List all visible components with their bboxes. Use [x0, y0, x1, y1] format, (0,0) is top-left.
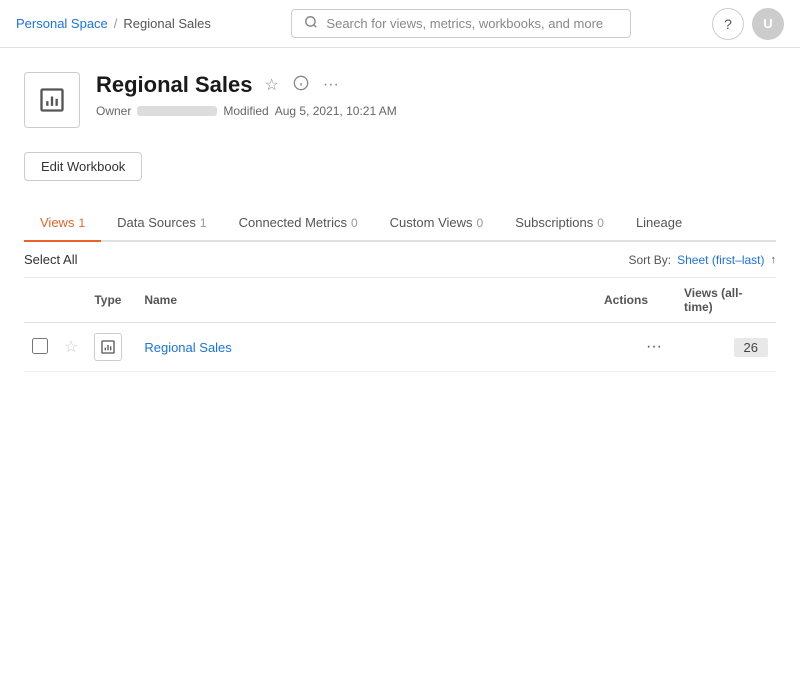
breadcrumb-separator: / [114, 16, 118, 31]
edit-workbook-button[interactable]: Edit Workbook [24, 152, 142, 181]
tab-subscriptions[interactable]: Subscriptions 0 [499, 205, 620, 242]
select-all-button[interactable]: Select All [24, 252, 77, 267]
table-row: ☆ Regional Sales [24, 323, 776, 372]
content-area: Select All Sort By: Sheet (first–last) ↑… [24, 242, 776, 372]
top-nav: Personal Space / Regional Sales Search f… [0, 0, 800, 48]
nav-icons: ? U [712, 8, 784, 40]
col-header-views: Views (all-time) [676, 278, 776, 323]
workbook-meta: Regional Sales ☆ ··· Owner Modified Aug … [96, 72, 776, 118]
owner-label: Owner [96, 104, 131, 118]
info-button[interactable] [291, 73, 311, 98]
table-header-row: Type Name Actions Views (all-time) [24, 278, 776, 323]
workbook-icon [24, 72, 80, 128]
views-table: Type Name Actions Views (all-time) [24, 278, 776, 372]
sort-value[interactable]: Sheet (first–last) [677, 253, 764, 267]
workbook-title-row: Regional Sales ☆ ··· [96, 72, 776, 98]
tab-connected-metrics[interactable]: Connected Metrics 0 [223, 205, 374, 242]
col-header-name: Name [136, 278, 596, 323]
favorite-button[interactable]: ☆ [263, 73, 281, 97]
tabs-row: Views 1 Data Sources 1 Connected Metrics… [24, 205, 776, 242]
tab-subscriptions-count: 0 [597, 216, 604, 230]
tab-subscriptions-label: Subscriptions [515, 215, 593, 230]
workbook-title: Regional Sales [96, 72, 253, 98]
row-views-cell: 26 [676, 323, 776, 372]
tab-custom-views[interactable]: Custom Views 0 [374, 205, 500, 242]
search-placeholder: Search for views, metrics, workbooks, an… [326, 16, 603, 31]
workbook-owner-row: Owner Modified Aug 5, 2021, 10:21 AM [96, 104, 776, 118]
tab-datasources-label: Data Sources [117, 215, 196, 230]
tab-lineage-label: Lineage [636, 215, 682, 230]
col-header-star [56, 278, 86, 323]
col-header-actions: Actions [596, 278, 676, 323]
col-header-type: Type [86, 278, 136, 323]
search-bar[interactable]: Search for views, metrics, workbooks, an… [291, 9, 631, 38]
owner-name [137, 106, 217, 116]
row-type-cell [86, 323, 136, 372]
row-favorite-button[interactable]: ☆ [64, 337, 78, 357]
sort-by-label: Sort By: [628, 253, 671, 267]
row-star-cell: ☆ [56, 323, 86, 372]
row-name-cell: Regional Sales [136, 323, 596, 372]
row-checkbox-cell [24, 323, 56, 372]
tab-customviews-label: Custom Views [390, 215, 473, 230]
col-header-checkbox [24, 278, 56, 323]
row-actions-button[interactable]: ··· [640, 336, 668, 358]
view-name-link[interactable]: Regional Sales [144, 340, 231, 355]
page-content: Regional Sales ☆ ··· Owner Modified Aug … [0, 48, 800, 372]
search-icon [304, 15, 318, 32]
tab-lineage[interactable]: Lineage [620, 205, 698, 242]
tab-views-label: Views [40, 215, 74, 230]
tab-datasources[interactable]: Data Sources 1 [101, 205, 222, 242]
tab-metrics-count: 0 [351, 216, 358, 230]
tab-metrics-label: Connected Metrics [239, 215, 347, 230]
sort-arrow: ↑ [771, 254, 777, 266]
breadcrumb: Personal Space / Regional Sales [16, 16, 211, 31]
more-options-button[interactable]: ··· [321, 74, 341, 96]
tab-customviews-count: 0 [477, 216, 484, 230]
help-button[interactable]: ? [712, 8, 744, 40]
tab-views[interactable]: Views 1 [24, 205, 101, 242]
workbook-header: Regional Sales ☆ ··· Owner Modified Aug … [24, 72, 776, 128]
modified-date: Aug 5, 2021, 10:21 AM [275, 104, 397, 118]
modified-label: Modified [223, 104, 268, 118]
user-avatar-button[interactable]: U [752, 8, 784, 40]
tab-datasources-count: 1 [200, 216, 207, 230]
row-checkbox[interactable] [32, 338, 48, 354]
toolbar-row: Select All Sort By: Sheet (first–last) ↑ [24, 242, 776, 278]
tab-views-count: 1 [78, 216, 85, 230]
views-count-badge: 26 [734, 338, 768, 357]
breadcrumb-current: Regional Sales [123, 16, 210, 31]
breadcrumb-personal-space[interactable]: Personal Space [16, 16, 108, 31]
row-actions-cell: ··· [596, 323, 676, 372]
type-icon [94, 333, 122, 361]
sort-by-section: Sort By: Sheet (first–last) ↑ [628, 253, 776, 267]
